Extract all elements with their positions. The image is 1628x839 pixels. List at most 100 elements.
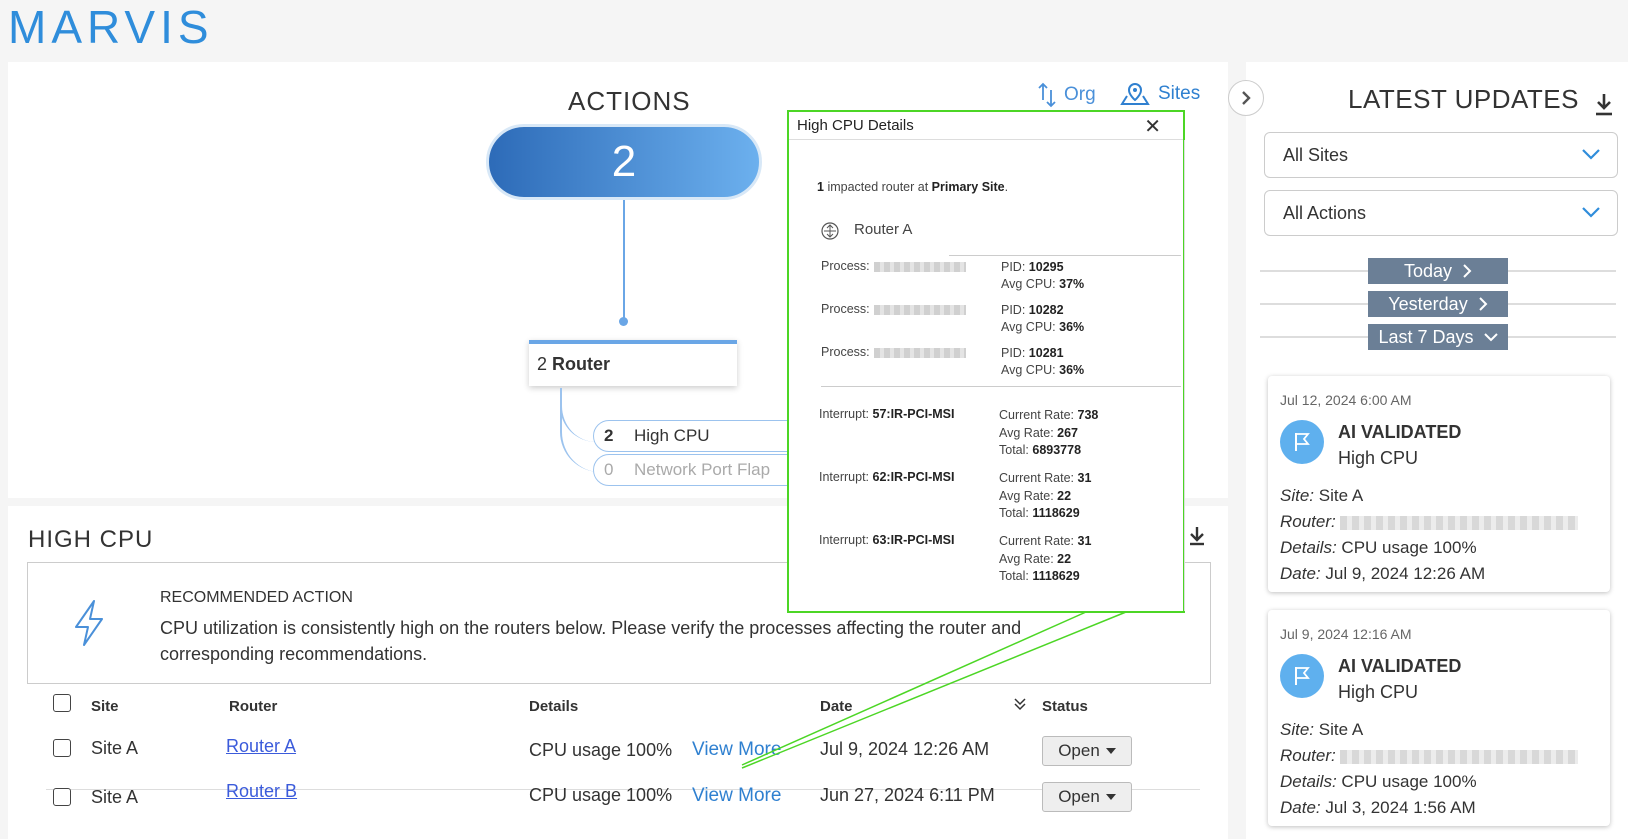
map-pin-icon: [1120, 82, 1150, 105]
chevron-down-icon: [1582, 149, 1600, 160]
impact-summary: 1 impacted router at Primary Site.: [817, 180, 1009, 194]
site-filter-value: All Sites: [1283, 145, 1349, 165]
interrupt-stats: Current Rate: 31 Avg Rate: 22 Total: 111…: [999, 470, 1091, 523]
day-group-today[interactable]: Today: [1368, 258, 1508, 284]
popup-router-name: Router A: [854, 221, 913, 238]
download-icon[interactable]: [1594, 92, 1614, 121]
avg-cpu-value: 36%: [1059, 320, 1085, 334]
pid-value: 10281: [1028, 346, 1064, 360]
column-header-status[interactable]: Status: [1042, 698, 1088, 715]
status-dropdown[interactable]: Open: [1042, 782, 1132, 812]
pid-label: PID:: [1001, 303, 1026, 317]
download-icon[interactable]: [1188, 526, 1206, 552]
avg-cpu-value: 36%: [1059, 363, 1085, 377]
details-value: CPU usage 100%: [1341, 772, 1477, 791]
card-router: Router:: [1280, 512, 1578, 532]
card-details: Details: CPU usage 100%: [1280, 772, 1477, 792]
card-date-line: Date: Jul 3, 2024 1:56 AM: [1280, 798, 1476, 818]
redacted-process-name: [873, 304, 966, 315]
card-site: Site: Site A: [1280, 486, 1363, 506]
site-value: Site A: [1318, 486, 1364, 505]
interrupt-name: 62:IR-PCI-MSI: [872, 470, 955, 484]
interrupt-name: 57:IR-PCI-MSI: [872, 407, 955, 421]
org-sort-icon: [1038, 82, 1056, 108]
org-link[interactable]: Org: [1038, 82, 1096, 108]
row-details: CPU usage 100%: [529, 740, 673, 760]
view-more-link[interactable]: View More: [692, 739, 781, 761]
total-label: Total:: [999, 506, 1029, 520]
column-header-date[interactable]: Date: [820, 698, 853, 715]
update-card[interactable]: Jul 9, 2024 12:16 AM AI VALIDATED High C…: [1268, 610, 1610, 826]
row-router-link[interactable]: Router A: [226, 736, 296, 757]
column-header-site[interactable]: Site: [91, 698, 119, 715]
process-label: Process:: [821, 345, 870, 359]
action-item-label: Network Port Flap: [634, 460, 771, 479]
pid-label: PID:: [1001, 346, 1026, 360]
column-header-details[interactable]: Details: [529, 698, 578, 715]
redacted-router-name: [1339, 749, 1578, 764]
avg-rate-value: 22: [1057, 488, 1072, 503]
router-category-label: Router: [552, 354, 611, 374]
avg-rate-value: 22: [1057, 551, 1072, 566]
row-checkbox[interactable]: [53, 788, 71, 806]
recommended-action-heading: RECOMMENDED ACTION: [160, 589, 353, 606]
chevron-down-icon: [1483, 333, 1498, 342]
connector-dot: [619, 317, 628, 326]
high-cpu-details-popup: High CPU Details ✕ 1 impacted router at …: [787, 110, 1185, 613]
card-timestamp: Jul 12, 2024 6:00 AM: [1280, 392, 1412, 408]
row-router-link[interactable]: Router B: [226, 781, 297, 802]
row-checkbox[interactable]: [53, 739, 71, 757]
card-type: High CPU: [1338, 682, 1419, 702]
close-icon[interactable]: ✕: [1144, 114, 1161, 139]
day-group-label: Today: [1403, 260, 1453, 281]
actions-total-pill[interactable]: 2: [486, 124, 762, 200]
process-stats: PID: 10282 Avg CPU: 36%: [1001, 302, 1084, 336]
router-label: Router:: [1280, 746, 1336, 765]
collapse-panel-button[interactable]: [1228, 80, 1264, 116]
avg-rate-label: Avg Rate:: [999, 551, 1054, 566]
lightning-bolt-icon: [72, 599, 106, 652]
sites-link[interactable]: Sites: [1120, 82, 1200, 106]
action-item-count: 0: [604, 460, 614, 479]
date-label: Date:: [1280, 564, 1321, 583]
avg-rate-label: Avg Rate:: [999, 488, 1054, 503]
chevron-right-icon: [1463, 264, 1472, 278]
action-filter-value: All Actions: [1283, 203, 1367, 223]
process-stats: PID: 10295 Avg CPU: 37%: [1001, 259, 1084, 293]
date-value: Jul 3, 2024 1:56 AM: [1325, 798, 1476, 817]
interrupt-stats: Current Rate: 738 Avg Rate: 267 Total: 6…: [999, 407, 1098, 460]
card-details: Details: CPU usage 100%: [1280, 538, 1477, 558]
avg-cpu-label: Avg CPU:: [1001, 363, 1056, 377]
action-filter-select[interactable]: All Actions: [1264, 190, 1618, 236]
update-card[interactable]: Jul 12, 2024 6:00 AM AI VALIDATED High C…: [1268, 376, 1610, 592]
details-value: CPU usage 100%: [1341, 538, 1477, 557]
select-all-checkbox[interactable]: [53, 694, 71, 712]
sites-link-label: Sites: [1158, 83, 1201, 104]
redacted-process-name: [873, 347, 966, 358]
site-filter-select[interactable]: All Sites: [1264, 132, 1618, 178]
column-header-router[interactable]: Router: [229, 698, 277, 715]
pid-label: PID:: [1001, 260, 1026, 274]
action-item-count: 2: [604, 426, 614, 445]
row-site: Site A: [91, 738, 139, 758]
router-label: Router:: [1280, 512, 1336, 531]
row-date: Jun 27, 2024 6:11 PM: [820, 785, 995, 805]
avg-rate-label: Avg Rate:: [999, 425, 1054, 440]
recommended-action-text: CPU utilization is consistently high on …: [160, 618, 1022, 664]
caret-down-icon: [1105, 748, 1116, 754]
card-status: AI VALIDATED: [1338, 656, 1462, 676]
card-type: High CPU: [1338, 448, 1419, 468]
day-group-last-7-days[interactable]: Last 7 Days: [1368, 324, 1508, 350]
actions-total: 2: [611, 137, 637, 186]
router-category-box[interactable]: 2 Router: [529, 340, 737, 386]
process-label: Process:: [821, 302, 870, 316]
sort-descending-icon[interactable]: [1014, 697, 1026, 716]
day-group-yesterday[interactable]: Yesterday: [1368, 291, 1508, 317]
details-label: Details:: [1280, 538, 1337, 557]
row-details: CPU usage 100%: [529, 785, 673, 805]
day-group-label: Last 7 Days: [1378, 326, 1474, 347]
view-more-link[interactable]: View More: [692, 785, 781, 807]
current-rate-label: Current Rate:: [999, 471, 1075, 485]
status-dropdown[interactable]: Open: [1042, 736, 1132, 766]
pid-value: 10282: [1028, 303, 1064, 317]
